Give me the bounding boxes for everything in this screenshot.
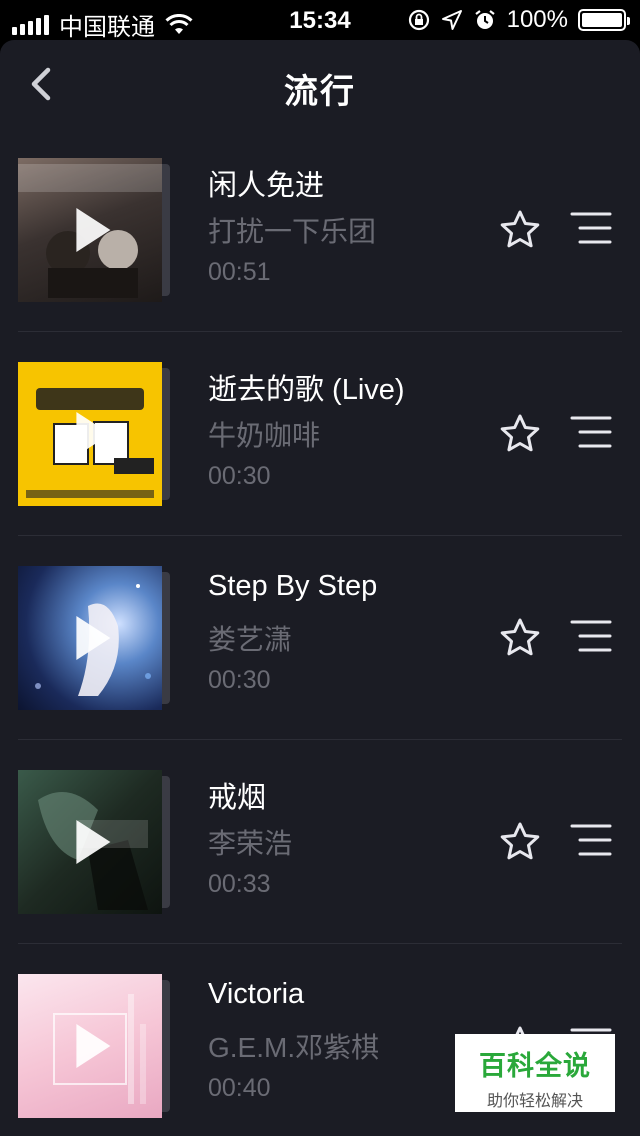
- list-menu-icon[interactable]: [570, 414, 612, 450]
- star-outline-icon[interactable]: [498, 412, 542, 456]
- song-duration: 00:30: [208, 462, 271, 490]
- song-item[interactable]: 逝去的歌 (Live) 牛奶咖啡 00:30: [0, 332, 640, 536]
- play-icon: [76, 820, 111, 864]
- play-icon: [76, 208, 111, 252]
- orientation-lock-icon: [408, 9, 429, 31]
- album-cover[interactable]: [18, 770, 170, 914]
- song-title: 逝去的歌 (Live): [208, 374, 405, 406]
- song-item[interactable]: 戒烟 李荣浩 00:33: [0, 740, 640, 944]
- album-cover[interactable]: [18, 566, 170, 710]
- page-title: 流行: [284, 73, 356, 111]
- play-icon: [76, 616, 111, 660]
- play-icon: [76, 412, 111, 456]
- star-outline-icon[interactable]: [498, 208, 542, 252]
- cover-image: [18, 566, 162, 710]
- cover-image: [18, 362, 162, 506]
- status-bar: 中国联通 15:34 100%: [0, 0, 640, 41]
- song-list-screen: 流行 闲人免进 打扰一下乐团 00:51 逝去的歌 (Live) 牛奶咖啡 00…: [0, 40, 640, 1136]
- list-menu-icon[interactable]: [570, 210, 612, 246]
- play-icon: [76, 1024, 111, 1068]
- album-cover[interactable]: [18, 974, 170, 1118]
- song-item[interactable]: 闲人免进 打扰一下乐团 00:51: [0, 128, 640, 332]
- battery-label: 100%: [506, 6, 568, 33]
- alarm-icon: [474, 10, 495, 29]
- song-artist: 打扰一下乐团: [208, 216, 377, 247]
- cover-image: [18, 770, 162, 914]
- song-artist: 娄艺潇: [208, 624, 293, 655]
- star-outline-icon[interactable]: [498, 616, 542, 660]
- list-menu-icon[interactable]: [570, 822, 612, 858]
- watermark-subtitle: 助你轻松解决: [486, 1093, 583, 1110]
- song-list: 闲人免进 打扰一下乐团 00:51 逝去的歌 (Live) 牛奶咖啡 00:30…: [0, 128, 640, 1136]
- list-menu-icon[interactable]: [570, 618, 612, 654]
- watermark-title: 百科全说: [479, 1051, 591, 1081]
- song-title: 闲人免进: [208, 170, 325, 202]
- song-artist: 牛奶咖啡: [208, 420, 321, 451]
- song-title: Victoria: [208, 978, 305, 1010]
- song-artist: 李荣浩: [208, 828, 293, 859]
- star-outline-icon[interactable]: [498, 820, 542, 864]
- location-icon: [441, 10, 462, 30]
- song-duration: 00:33: [208, 870, 271, 898]
- song-item[interactable]: Step By Step 娄艺潇 00:30: [0, 536, 640, 740]
- song-title: Step By Step: [208, 570, 378, 602]
- album-cover[interactable]: [18, 158, 170, 302]
- song-duration: 00:30: [208, 666, 271, 694]
- cover-image: [18, 158, 162, 302]
- cover-image: [18, 974, 162, 1118]
- battery-icon: [578, 9, 630, 31]
- navigation-bar: 流行: [0, 40, 640, 128]
- song-artist: G.E.M.邓紫棋: [208, 1032, 380, 1063]
- watermark: 百科全说 助你轻松解决: [455, 1034, 615, 1112]
- song-title: 戒烟: [208, 782, 267, 814]
- song-duration: 00:51: [208, 258, 271, 286]
- album-cover[interactable]: [18, 362, 170, 506]
- song-duration: 00:40: [208, 1074, 271, 1102]
